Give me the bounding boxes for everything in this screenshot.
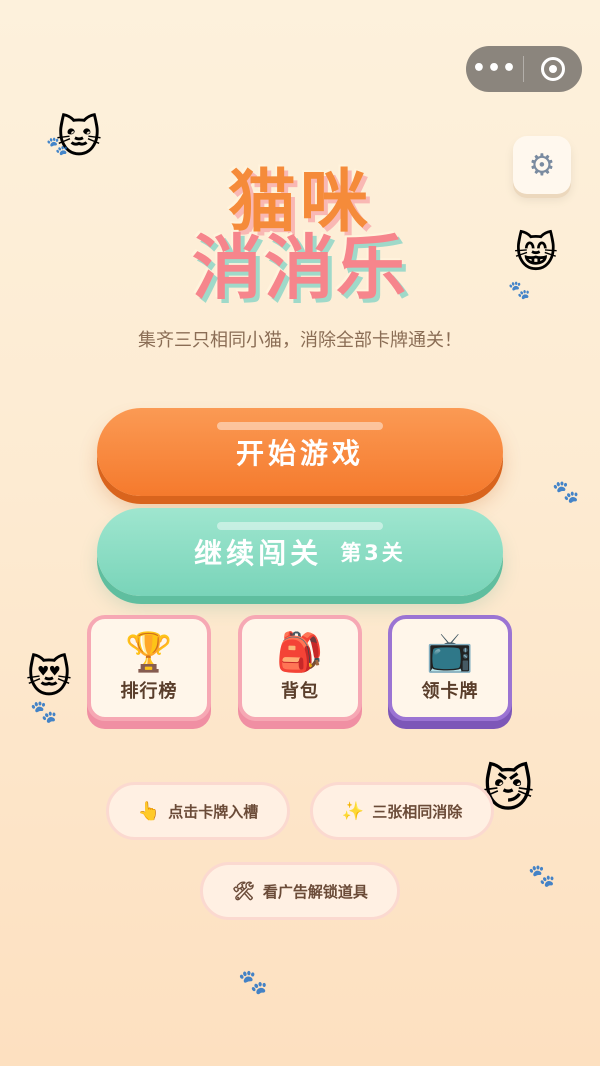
paw-print-icon: 🐾: [552, 480, 580, 505]
hint-match-three: ✨ 三张相同消除: [310, 782, 494, 840]
miniprogram-capsule: •••: [466, 46, 582, 92]
game-title-line2: 消消乐: [192, 227, 408, 309]
continue-level-button[interactable]: 继续闯关 第3关: [97, 508, 503, 596]
tv-icon: 📺: [426, 630, 474, 674]
button-gloss: [217, 522, 383, 530]
claim-cards-button[interactable]: 📺 领卡牌: [388, 615, 512, 721]
pointing-finger-icon: 👆: [137, 800, 161, 822]
close-miniprogram-button[interactable]: [524, 57, 581, 81]
leaderboard-label: 排行榜: [120, 681, 178, 702]
close-target-icon: [540, 57, 565, 81]
game-subtitle: 集齐三只相同小猫，消除全部卡牌通关！: [138, 330, 462, 351]
current-level-label: 第3关: [340, 541, 406, 565]
heart-eyes-cat-icon: 😻: [26, 652, 72, 703]
paw-print-icon: 🐾: [30, 700, 58, 725]
more-menu-button[interactable]: •••: [466, 46, 523, 92]
leaderboard-button[interactable]: 🏆 排行榜: [87, 615, 211, 721]
hint-label: 看广告解锁道具: [262, 882, 368, 901]
hint-ad-unlock: 🛠 看广告解锁道具: [200, 862, 400, 920]
backpack-button[interactable]: 🎒 背包: [238, 615, 362, 721]
trophy-icon: 🏆: [125, 630, 173, 674]
tools-icon: 🛠: [232, 880, 255, 902]
button-gloss: [217, 422, 383, 430]
start-game-label: 开始游戏: [235, 437, 364, 470]
hint-tap-card: 👆 点击卡牌入槽: [106, 782, 290, 840]
continue-label: 继续闯关: [194, 537, 323, 570]
backpack-label: 背包: [281, 681, 319, 702]
start-game-button[interactable]: 开始游戏: [97, 408, 503, 496]
backpack-icon: 🎒: [276, 630, 324, 674]
hint-label: 点击卡牌入槽: [168, 802, 259, 821]
paw-print-icon: 🐾: [238, 968, 268, 996]
claim-cards-label: 领卡牌: [421, 681, 479, 702]
paw-print-icon: 🐾: [528, 864, 556, 889]
sparkles-icon: ✨: [341, 800, 365, 822]
hint-label: 三张相同消除: [372, 802, 463, 821]
